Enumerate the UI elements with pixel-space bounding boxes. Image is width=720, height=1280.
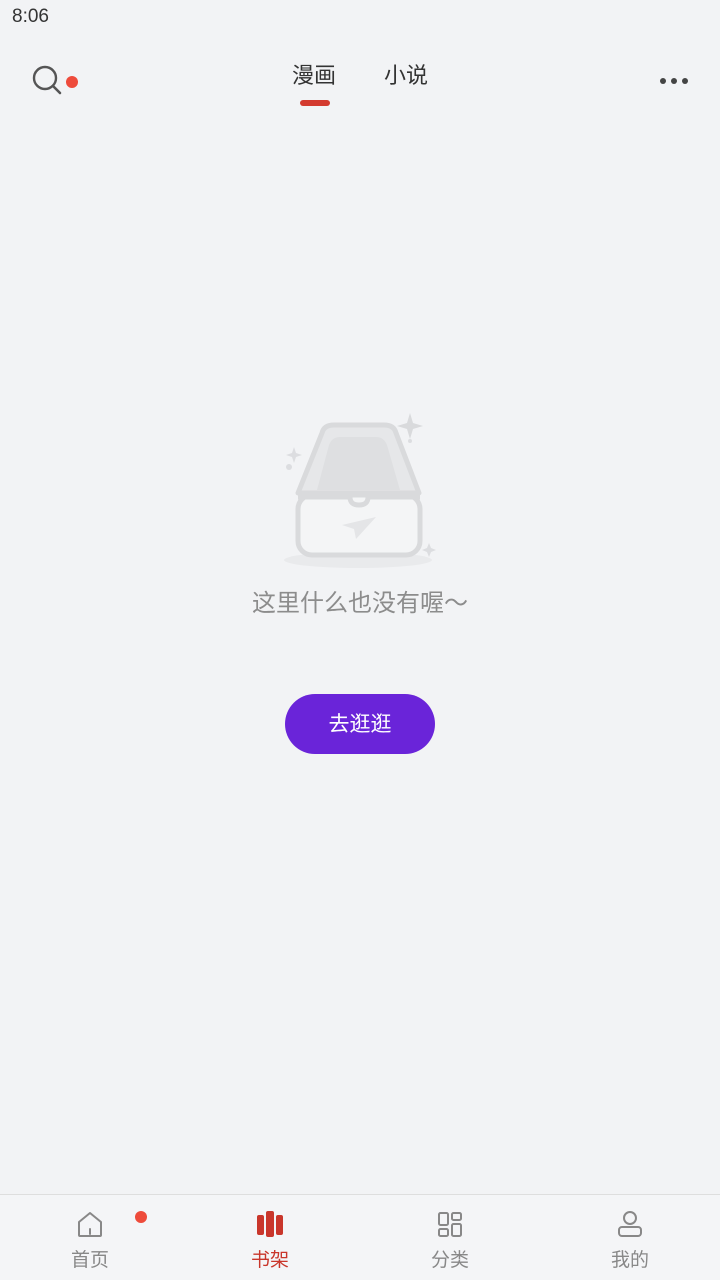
category-grid-icon — [438, 1212, 462, 1237]
empty-box-icon — [270, 405, 450, 580]
profile-icon — [618, 1211, 642, 1237]
notification-dot — [135, 1211, 147, 1223]
home-icon — [78, 1212, 102, 1237]
nav-label-category: 分类 — [430, 1249, 469, 1271]
nav-item-category[interactable]: 分类 — [360, 1195, 540, 1280]
nav-label-profile: 我的 — [610, 1249, 649, 1271]
active-tab-indicator — [300, 100, 330, 106]
nav-item-bookshelf[interactable]: 书架 — [180, 1195, 360, 1280]
status-time: 8:06 — [12, 6, 49, 27]
empty-message: 这里什么也没有喔～ — [252, 589, 468, 617]
more-options-button[interactable] — [650, 64, 698, 96]
nav-item-home[interactable]: 首页 — [0, 1195, 180, 1280]
status-bar: 8:06 — [0, 0, 720, 38]
screen: 8:06 漫画 小说 这里什么也没有喔～ 去逛逛 首页 书架 分类 我的 — [0, 0, 720, 1280]
search-button[interactable] — [26, 58, 78, 102]
nav-label-bookshelf: 书架 — [250, 1249, 289, 1271]
more-dots-icon — [660, 78, 666, 84]
search-icon — [32, 65, 62, 95]
bookshelf-icon — [257, 1211, 283, 1237]
tab-comics[interactable]: 漫画 — [292, 60, 336, 94]
notification-dot — [66, 76, 78, 88]
top-bar: 漫画 小说 — [0, 38, 720, 122]
bottom-nav: 首页 书架 分类 我的 — [0, 1194, 720, 1280]
tab-novels[interactable]: 小说 — [384, 60, 428, 94]
nav-item-profile[interactable]: 我的 — [540, 1195, 720, 1280]
browse-button[interactable]: 去逛逛 — [285, 694, 435, 754]
nav-label-home: 首页 — [70, 1249, 109, 1271]
